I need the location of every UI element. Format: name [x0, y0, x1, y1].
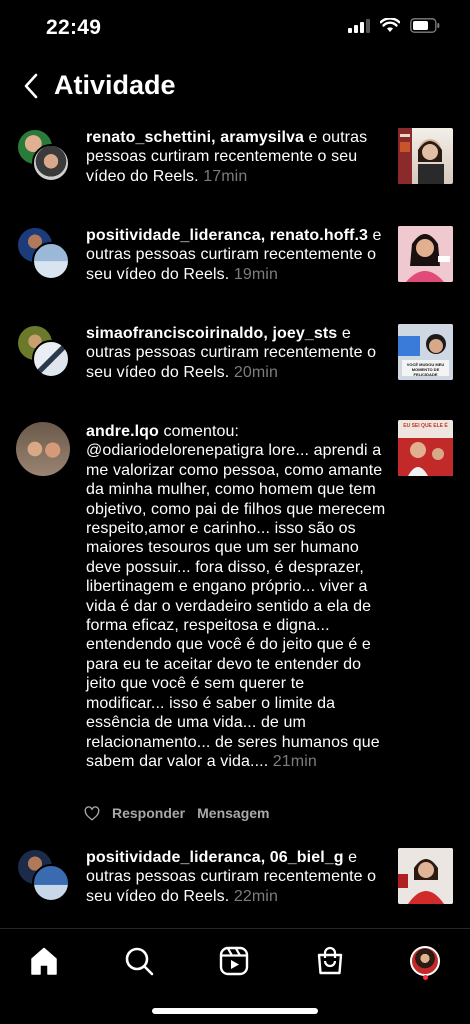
tab-search[interactable]: [119, 941, 159, 981]
activity-item[interactable]: simaofranciscoirinaldo, joey_sts e outra…: [0, 322, 470, 412]
activity-text: andre.lqo comentou: @odiariodelorenepati…: [86, 422, 386, 771]
comment-item[interactable]: andre.lqo comentou: @odiariodelorenepati…: [0, 420, 470, 830]
activity-usernames[interactable]: positividade_lideranca, renato.hoff.3: [86, 227, 368, 244]
home-indicator: [152, 1008, 318, 1014]
thumbnail-caption: VOCÊ MUDOU MEU MOMENTO DE FELICIDADE: [406, 362, 445, 377]
tab-reels[interactable]: [214, 941, 254, 981]
thumbnail-caption: EU SEI QUE ELE É: [403, 423, 448, 429]
activity-usernames[interactable]: renato_schettini, aramysilva: [86, 129, 304, 146]
avatar: [32, 144, 70, 182]
reels-icon: [219, 946, 249, 976]
activity-text: positividade_lideranca, 06_biel_g e outr…: [86, 848, 386, 906]
back-button[interactable]: [18, 72, 44, 100]
heart-icon[interactable]: [84, 805, 100, 821]
message-button[interactable]: Mensagem: [197, 805, 269, 821]
comment-text: comentou: @odiariodelorenepatigra lore..…: [86, 423, 386, 770]
activity-feed[interactable]: renato_schettini, aramysilva e outras pe…: [0, 120, 470, 928]
activity-usernames[interactable]: simaofranciscoirinaldo, joey_sts: [86, 325, 337, 342]
activity-time: 17min: [203, 167, 248, 185]
activity-item[interactable]: positividade_lideranca, renato.hoff.3 e …: [0, 224, 470, 314]
avatar: [32, 242, 70, 280]
status-time: 22:49: [46, 16, 102, 39]
reply-button[interactable]: Responder: [112, 805, 185, 821]
status-icons: [348, 18, 440, 33]
thumbnail-image: [398, 848, 453, 904]
avatar-stack[interactable]: [16, 324, 72, 380]
shop-icon: [317, 946, 343, 975]
search-icon: [125, 947, 154, 976]
post-thumbnail[interactable]: [398, 128, 453, 184]
activity-time: 20min: [233, 363, 278, 381]
activity-item[interactable]: positividade_lideranca, 06_biel_g e outr…: [0, 846, 470, 928]
avatar-stack[interactable]: [16, 422, 72, 478]
comment-actions: Responder Mensagem: [84, 805, 269, 821]
avatar-stack[interactable]: [16, 226, 72, 282]
avatar-stack[interactable]: [16, 128, 72, 184]
avatar: [16, 422, 70, 476]
activity-usernames[interactable]: andre.lqo: [86, 423, 159, 440]
activity-time: 19min: [233, 265, 278, 283]
home-icon: [31, 947, 57, 975]
avatar: [32, 340, 70, 378]
post-thumbnail[interactable]: VOCÊ MUDOU MEU MOMENTO DE FELICIDADE: [398, 324, 453, 380]
activity-time: 21min: [272, 752, 317, 770]
activity-item[interactable]: renato_schettini, aramysilva e outras pe…: [0, 126, 470, 216]
wifi-icon: [380, 18, 400, 32]
tab-shop[interactable]: [310, 941, 350, 981]
post-thumbnail[interactable]: EU SEI QUE ELE É: [398, 420, 453, 476]
thumbnail-image: [398, 128, 444, 184]
back-icon: [24, 73, 38, 99]
post-thumbnail[interactable]: [398, 226, 453, 282]
avatar: [32, 864, 70, 902]
page-title: Atividade: [54, 70, 176, 100]
battery-icon: [410, 18, 440, 33]
activity-text: renato_schettini, aramysilva e outras pe…: [86, 128, 386, 186]
activity-text: simaofranciscoirinaldo, joey_sts e outra…: [86, 324, 386, 382]
signal-icon: [348, 18, 370, 33]
header: Atividade: [0, 60, 470, 112]
tab-home[interactable]: [24, 941, 64, 981]
activity-text: positividade_lideranca, renato.hoff.3 e …: [86, 226, 386, 284]
profile-avatar: [410, 946, 440, 976]
status-bar: 22:49: [0, 0, 470, 56]
post-thumbnail[interactable]: [398, 848, 453, 904]
avatar-stack[interactable]: [16, 848, 72, 904]
activity-time: 22min: [233, 887, 278, 905]
thumbnail-image: [398, 226, 453, 282]
activity-usernames[interactable]: positividade_lideranca, 06_biel_g: [86, 849, 344, 866]
notification-dot: [423, 975, 428, 980]
